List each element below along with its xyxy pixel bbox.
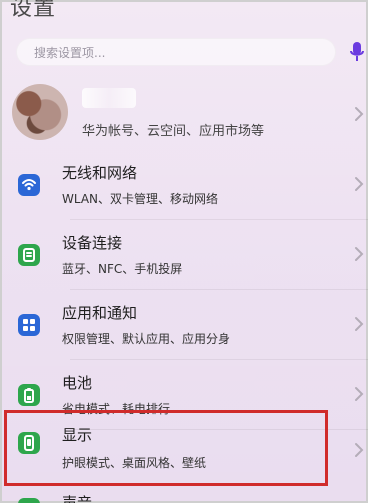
device-connection-icon	[18, 244, 40, 266]
chevron-right-icon	[354, 246, 364, 262]
settings-item-display[interactable]: 显示 护眼模式、桌面风格、壁纸	[2, 412, 368, 482]
avatar	[12, 84, 68, 140]
profile-subtitle: 华为帐号、云空间、应用市场等	[82, 124, 265, 139]
item-title: 电池	[62, 374, 93, 392]
profile-name-blurred	[82, 88, 136, 108]
settings-item-wireless-network[interactable]: 无线和网络 WLAN、双卡管理、移动网络	[2, 150, 368, 220]
battery-icon	[18, 384, 40, 406]
wifi-icon	[18, 174, 40, 196]
item-subtitle: WLAN、双卡管理、移动网络	[62, 192, 219, 206]
search-placeholder: 搜索设置项...	[34, 46, 106, 60]
search-input[interactable]: 搜索设置项...	[16, 38, 336, 66]
chevron-right-icon	[354, 386, 364, 402]
account-profile-row[interactable]: 华为帐号、云空间、应用市场等	[2, 72, 368, 144]
settings-item-apps-notifications[interactable]: 应用和通知 权限管理、默认应用、应用分身	[2, 290, 368, 360]
item-subtitle: 护眼模式、桌面风格、壁纸	[62, 456, 207, 470]
microphone-icon[interactable]	[348, 40, 366, 64]
chevron-right-icon	[354, 106, 364, 122]
item-title: 无线和网络	[62, 164, 138, 182]
item-subtitle: 权限管理、默认应用、应用分身	[62, 332, 231, 346]
item-title: 设备连接	[62, 234, 123, 252]
item-subtitle: 蓝牙、NFC、手机投屏	[62, 262, 183, 276]
chevron-right-icon	[354, 442, 364, 458]
chevron-right-icon	[354, 176, 364, 192]
settings-item-sound-title: 声音	[62, 494, 93, 503]
settings-screen: 设置 搜索设置项... 华为帐号、云空间、应用市场等 无线和网络 WLAN、双卡…	[0, 0, 368, 503]
chevron-right-icon	[354, 316, 364, 332]
sound-icon	[18, 498, 40, 503]
page-title: 设置	[10, 0, 57, 21]
item-title: 显示	[62, 426, 93, 444]
settings-item-device-connection[interactable]: 设备连接 蓝牙、NFC、手机投屏	[2, 220, 368, 290]
item-title: 应用和通知	[62, 304, 138, 322]
display-phone-icon	[18, 432, 40, 454]
apps-grid-icon	[18, 314, 40, 336]
